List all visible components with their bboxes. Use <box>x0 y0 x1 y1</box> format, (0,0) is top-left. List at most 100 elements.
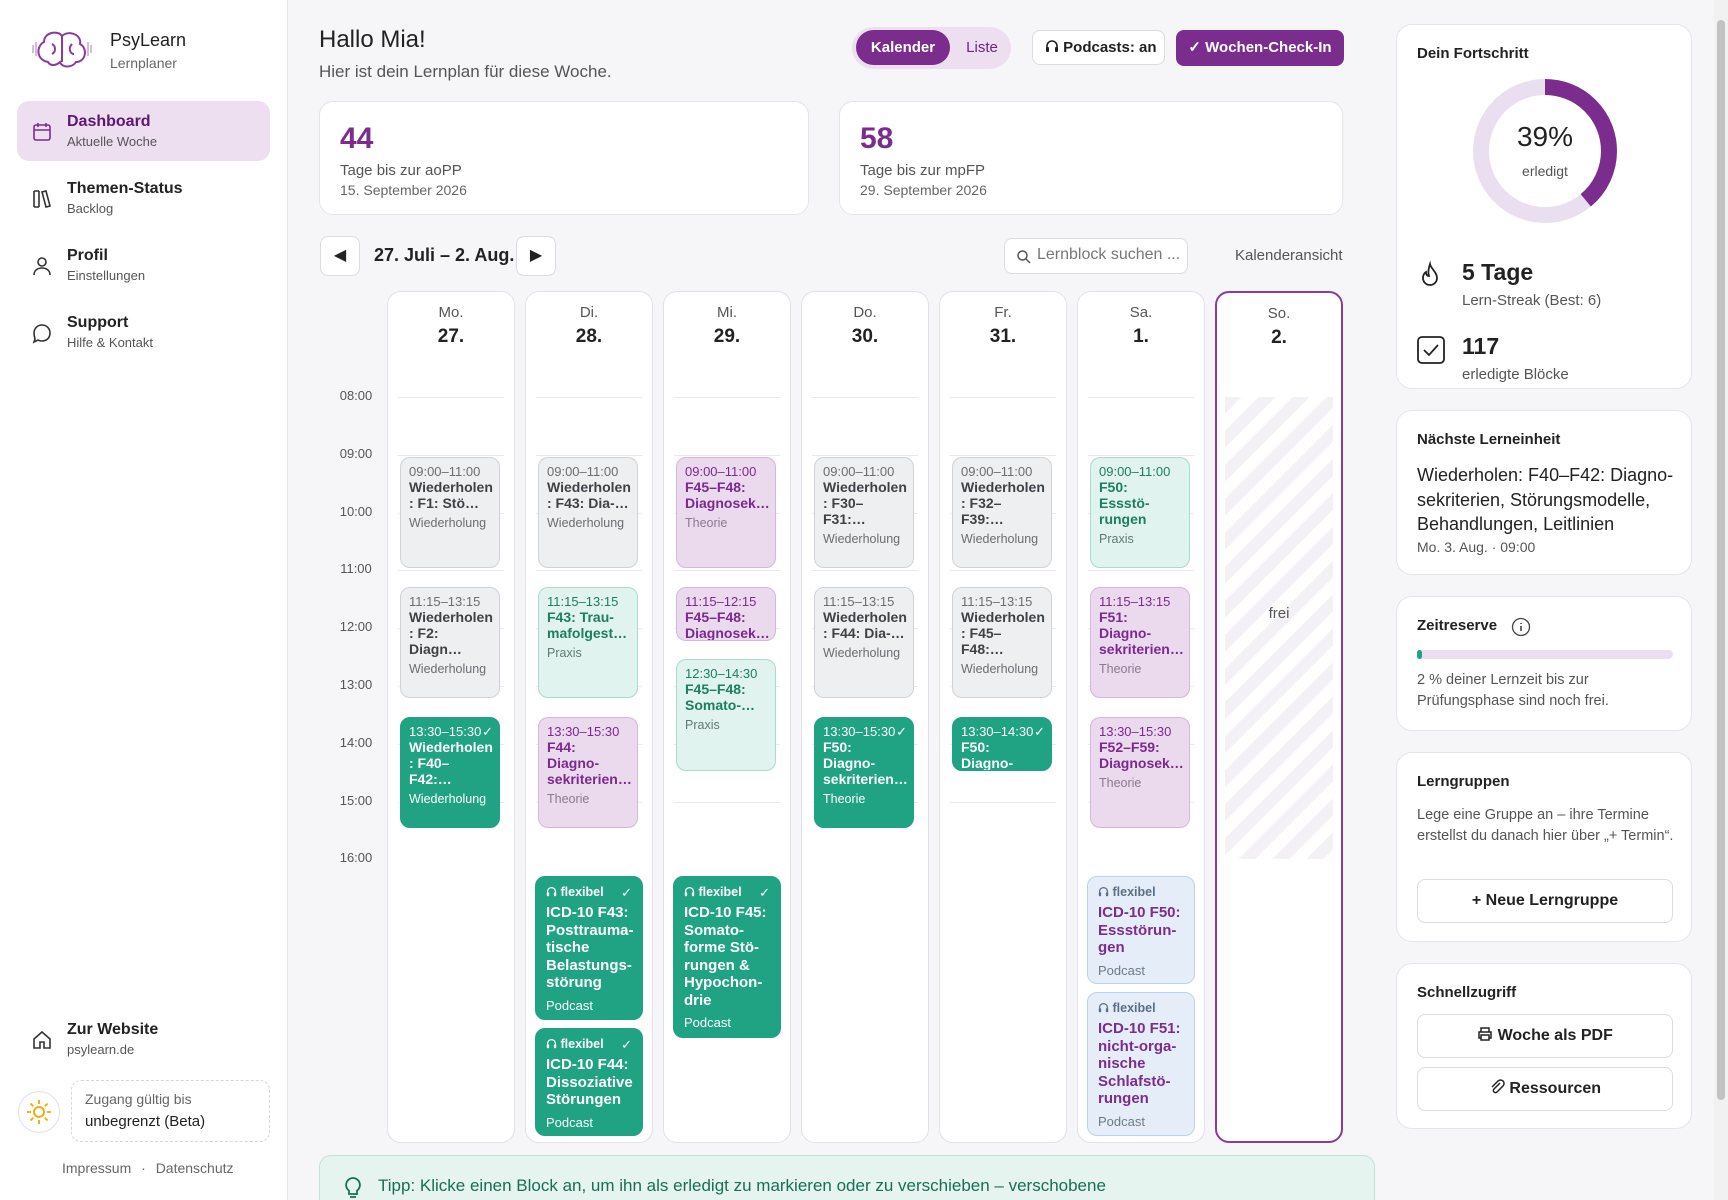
podcast-title: ICD-10 F44: Dissoziative Störungen <box>546 1056 633 1108</box>
podcast-kind: Podcast <box>546 997 593 1013</box>
day-column: So. 2. frei <box>1215 291 1343 1143</box>
free-label: frei <box>1268 605 1290 622</box>
next-week-button[interactable]: ▶ <box>516 236 556 276</box>
block-time: 09:00–11:00 <box>547 463 619 479</box>
study-block[interactable]: 11:15–13:15 Wiederholen : F44: Dia-… Wie… <box>814 586 914 699</box>
resources-button[interactable]: Ressourcen <box>1417 1067 1673 1111</box>
day-column: Mo. 27. 09:00–11:00 Wiederholen : F1: St… <box>387 291 515 1143</box>
streak-value: 5 Tage <box>1462 259 1534 285</box>
grid-line <box>812 570 918 572</box>
study-block[interactable]: 09:00–11:00 Wiederholen : F32–F39:… Wied… <box>952 456 1052 569</box>
day-name: Mi. <box>717 304 737 321</box>
hour-label: 11:00 <box>340 561 372 577</box>
podcasts-label: Podcasts: an <box>1063 39 1157 56</box>
time-reserve-title: Zeitreserve <box>1417 617 1498 634</box>
study-block[interactable]: 11:15–13:15 Wiederholen : F45–F48:… Wied… <box>952 586 1052 699</box>
search-input[interactable] <box>1037 246 1182 264</box>
info-icon[interactable] <box>1511 617 1531 637</box>
week-pdf-button[interactable]: Woche als PDF <box>1417 1014 1673 1058</box>
view-switch: Kalender Liste <box>852 27 1011 69</box>
study-block[interactable]: 09:00–11:00 F50: Essstö-rungen Praxis <box>1090 456 1190 569</box>
view-calendar-button[interactable]: Kalender <box>856 30 950 65</box>
day-name: Di. <box>579 304 599 321</box>
podcast-kind: Podcast <box>1098 962 1145 978</box>
study-block[interactable]: 09:00–11:00 Wiederholen : F1: Stö… Wiede… <box>400 456 500 569</box>
study-block[interactable]: 11:15–13:15 Wiederholen : F2: Diagn… Wie… <box>400 586 500 699</box>
study-block[interactable]: ✓ 13:30–14:30 F50: Diagno-sekriterien… <box>952 716 1052 771</box>
study-block[interactable]: 13:30–15:30 F52–F59: Diagnosek… Theorie <box>1090 716 1190 829</box>
block-title: Wiederholen : F44: Dia-… <box>823 608 907 641</box>
day-date: 2. <box>1271 327 1287 348</box>
day-name: Fr. <box>994 304 1012 321</box>
nav-item-dashboard[interactable]: Dashboard Aktuelle Woche <box>17 101 270 161</box>
datenschutz-link[interactable]: Datenschutz <box>156 1160 234 1176</box>
nav-item-support[interactable]: Support Hilfe & Kontakt <box>17 302 270 362</box>
reserve-bar-fill <box>1417 650 1423 659</box>
view-list-button[interactable]: Liste <box>956 30 1008 65</box>
study-block[interactable]: 09:00–11:00 Wiederholen : F43: Dia-… Wie… <box>538 456 638 569</box>
study-block[interactable]: 12:30–14:30 F45–F48: Somato-… Praxis <box>676 659 776 771</box>
grid-line <box>812 397 918 398</box>
impressum-link[interactable]: Impressum <box>62 1160 131 1176</box>
new-study-group-button[interactable]: + Neue Lerngruppe <box>1417 879 1673 923</box>
block-kind: Wiederholung <box>409 791 487 806</box>
study-block[interactable]: ✓ 13:30–15:30 F50: Diagno-sekriterien… T… <box>814 716 914 829</box>
next-unit-card[interactable]: Nächste Lerneinheit Wiederholen: F40–F42… <box>1396 410 1692 575</box>
calendar-view-toggle[interactable]: Kalenderansicht <box>1235 247 1343 264</box>
block-time: 13:30–15:30 <box>1099 723 1172 739</box>
nav-item-themen-status[interactable]: Themen-Status Backlog <box>17 168 270 228</box>
brand: PsyLearn Lernplaner <box>110 30 186 71</box>
flame-icon <box>1422 261 1438 286</box>
podcasts-toggle[interactable]: Podcasts: an <box>1032 30 1165 65</box>
block-time: 13:30–14:30 <box>961 723 1034 739</box>
scrollbar[interactable] <box>1714 0 1728 1200</box>
day-date: 31. <box>989 326 1017 347</box>
block-time: 13:30–15:30 <box>547 723 620 739</box>
study-block[interactable]: 11:15–13:15 F43: Trau-mafolgest… Praxis <box>538 586 638 699</box>
podcast-kind: Podcast <box>684 1015 731 1030</box>
day-column: Fr. 31. 09:00–11:00 Wiederholen : F32–F3… <box>939 291 1067 1143</box>
search-icon <box>1017 250 1031 264</box>
theme-toggle-button[interactable] <box>18 1091 60 1133</box>
scrollbar-thumb[interactable] <box>1717 20 1725 1100</box>
next-unit-when: Mo. 3. Aug. · 09:00 <box>1417 539 1536 555</box>
nav-subtitle: psylearn.de <box>67 1042 135 1057</box>
tip-text: Tipp: Klicke einen Block an, um ihn als … <box>378 1176 1106 1195</box>
study-block[interactable]: 09:00–11:00 Wiederholen : F30–F31:… Wied… <box>814 456 914 569</box>
podcast-block[interactable]: flexibel ICD-10 F51: nicht-orga-nische S… <box>1087 992 1195 1136</box>
check-icon: ✓ <box>621 885 632 900</box>
weekly-checkin-button[interactable]: ✓ Wochen-Check-In <box>1176 30 1344 66</box>
block-kind: Wiederholung <box>823 645 901 660</box>
block-title: Wiederholen : F2: Diagn… <box>409 608 493 657</box>
block-time: 09:00–11:00 <box>961 463 1033 479</box>
podcast-block[interactable]: flexibel ICD-10 F50: Essstörun-gen Podca… <box>1087 876 1195 984</box>
countdown-value: 58 <box>860 122 894 155</box>
hour-label: 08:00 <box>339 388 373 403</box>
nav-item-profil[interactable]: Profil Einstellungen <box>17 235 270 295</box>
calendar-icon <box>33 123 51 141</box>
podcast-block[interactable]: ✓ flexibel ICD-10 F45: Somato-forme Stö-… <box>673 876 781 1038</box>
check-icon: ✓ <box>896 723 907 739</box>
block-kind: Wiederholung <box>823 531 901 546</box>
block-title: F45–F48: Diagnosek… <box>685 478 770 511</box>
block-title: F45–F48: Diagnosek… <box>685 608 770 641</box>
block-title: F50: Essstö-rungen <box>1099 478 1150 527</box>
nav-item-website[interactable]: Zur Website psylearn.de <box>17 1009 270 1069</box>
study-block[interactable]: 13:30–15:30 F44: Diagno-sekriterien… The… <box>538 716 638 829</box>
prev-week-button[interactable]: ◀ <box>320 236 360 276</box>
podcast-block[interactable]: ✓ flexibel ICD-10 F43: Posttrauma-tische… <box>535 876 643 1020</box>
day-name: Do. <box>853 304 877 321</box>
footer-links: Impressum · Datenschutz <box>62 1160 234 1176</box>
study-block[interactable]: 11:15–12:15 F45–F48: Diagnosek… <box>676 586 776 641</box>
podcast-block[interactable]: ✓ flexibel ICD-10 F44: Dissoziative Stör… <box>535 1028 643 1136</box>
study-block[interactable]: 09:00–11:00 F45–F48: Diagnosek… Theorie <box>676 456 776 569</box>
block-title: F51: Diagno-sekriterien… <box>1099 608 1184 657</box>
block-time: 13:30–15:30 <box>409 723 482 739</box>
access-label: Zugang gültig bis <box>85 1091 192 1107</box>
podcast-title: ICD-10 F43: Posttrauma-tische Belastungs… <box>546 904 634 991</box>
study-block[interactable]: ✓ 13:30–15:30 Wiederholen : F40–F42:… Wi… <box>400 716 500 829</box>
study-block[interactable]: 11:15–13:15 F51: Diagno-sekriterien… The… <box>1090 586 1190 699</box>
streak-sub: Lern-Streak (Best: 6) <box>1462 292 1602 309</box>
nav-subtitle: Hilfe & Kontakt <box>67 335 153 350</box>
hour-label: 15:00 <box>339 792 373 808</box>
